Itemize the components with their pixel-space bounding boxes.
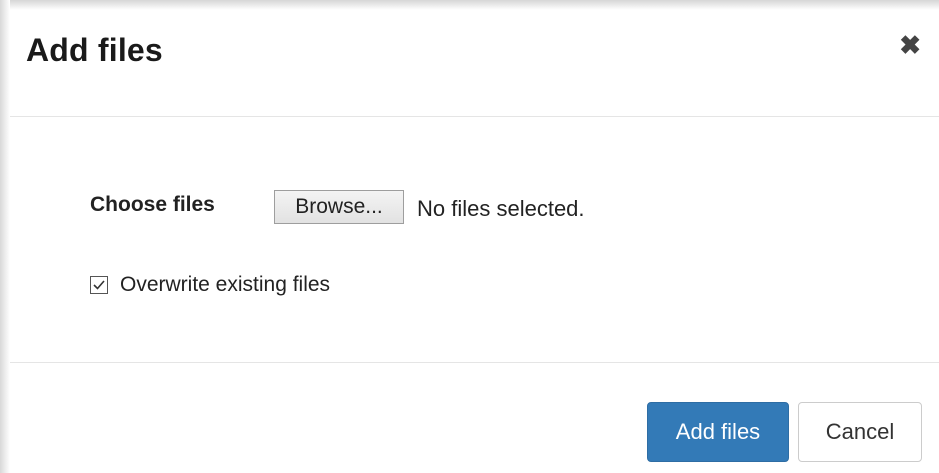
dialog-header: Add files ✖ [10, 10, 939, 117]
overwrite-label: Overwrite existing files [120, 273, 331, 296]
checkmark-icon [93, 280, 105, 290]
screen: Add files ✖ Choose files Browse... No fi… [0, 0, 939, 473]
dialog-footer: Add files Cancel [10, 363, 939, 473]
add-files-button[interactable]: Add files [647, 402, 789, 462]
overwrite-checkbox[interactable] [90, 276, 108, 294]
add-files-dialog: Add files ✖ Choose files Browse... No fi… [10, 10, 939, 473]
close-button[interactable]: ✖ [899, 32, 921, 58]
choose-files-label: Choose files [90, 193, 215, 216]
dialog-title: Add files [26, 32, 163, 68]
close-icon: ✖ [899, 30, 921, 60]
cancel-button[interactable]: Cancel [798, 402, 922, 462]
shadow-top [0, 0, 939, 10]
browse-button[interactable]: Browse... [274, 190, 404, 224]
dialog-body: Choose files Browse... No files selected… [10, 117, 939, 363]
shadow-left [0, 0, 10, 473]
file-status-text: No files selected. [417, 196, 585, 221]
overwrite-option[interactable]: Overwrite existing files [90, 273, 330, 297]
